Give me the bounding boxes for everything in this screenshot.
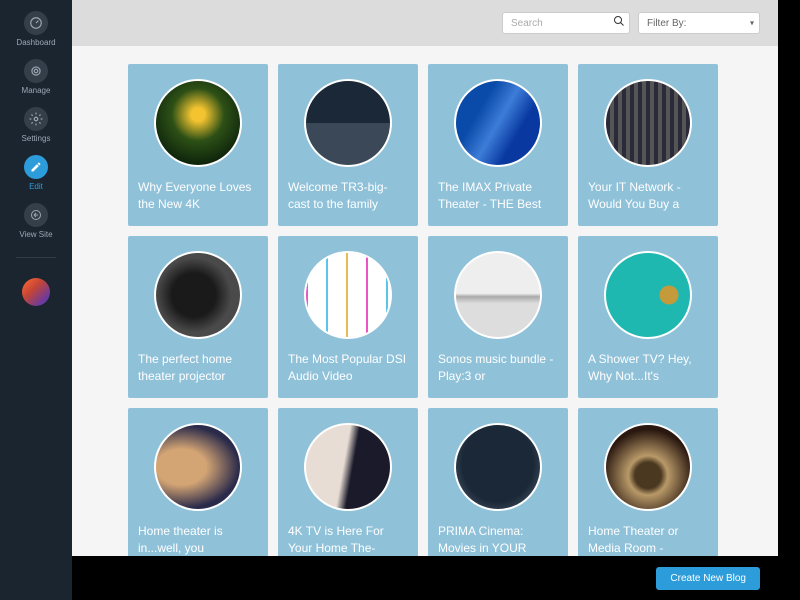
card-title: The perfect home theater projector xyxy=(138,351,258,385)
sidebar: Dashboard Manage Settings Edit View Site xyxy=(0,0,72,600)
blog-card[interactable]: PRIMA Cinema: Movies in YOUR xyxy=(428,408,568,570)
blog-card[interactable]: A Shower TV? Hey, Why Not...It's xyxy=(578,236,718,398)
blog-card[interactable]: The Most Popular DSI Audio Video xyxy=(278,236,418,398)
blog-card[interactable]: Home Theater or Media Room - xyxy=(578,408,718,570)
blog-card[interactable]: The perfect home theater projector xyxy=(128,236,268,398)
card-thumbnail xyxy=(454,423,542,511)
card-thumbnail xyxy=(304,423,392,511)
search-wrap xyxy=(502,12,630,34)
card-thumbnail xyxy=(154,79,242,167)
card-thumbnail xyxy=(454,251,542,339)
nav-settings[interactable]: Settings xyxy=(0,101,72,149)
nav-view-site[interactable]: View Site xyxy=(0,197,72,245)
avatar[interactable] xyxy=(22,278,50,306)
dashboard-icon xyxy=(24,11,48,35)
create-new-blog-button[interactable]: Create New Blog xyxy=(656,567,760,590)
card-title: Welcome TR3-big-cast to the family xyxy=(288,179,408,213)
blog-card[interactable]: 4K TV is Here For Your Home The- xyxy=(278,408,418,570)
nav-dashboard[interactable]: Dashboard xyxy=(0,5,72,53)
card-thumbnail xyxy=(154,251,242,339)
blog-card[interactable]: Home theater is in...well, you xyxy=(128,408,268,570)
main: Filter By: ▾ Why Everyone Loves the New … xyxy=(72,0,800,600)
card-title: Sonos music bundle - Play:3 or xyxy=(438,351,558,385)
arrow-out-icon xyxy=(24,203,48,227)
blog-card[interactable]: Welcome TR3-big-cast to the family xyxy=(278,64,418,226)
topbar: Filter By: ▾ xyxy=(72,0,778,46)
card-title: Home Theater or Media Room - xyxy=(588,523,708,557)
nav-edit[interactable]: Edit xyxy=(0,149,72,197)
blog-card[interactable]: Your IT Network - Would You Buy a xyxy=(578,64,718,226)
footer-bar: Create New Blog xyxy=(72,556,778,600)
gear-wrench-icon xyxy=(24,59,48,83)
card-title: PRIMA Cinema: Movies in YOUR xyxy=(438,523,558,557)
card-thumbnail xyxy=(604,423,692,511)
card-title: 4K TV is Here For Your Home The- xyxy=(288,523,408,557)
card-thumbnail xyxy=(604,79,692,167)
nav-label: Edit xyxy=(29,182,43,191)
card-thumbnail xyxy=(154,423,242,511)
card-title: The IMAX Private Theater - THE Best xyxy=(438,179,558,213)
nav-label: Dashboard xyxy=(16,38,55,47)
nav-label: Manage xyxy=(22,86,51,95)
pencil-icon xyxy=(24,155,48,179)
card-title: Why Everyone Loves the New 4K xyxy=(138,179,258,213)
card-thumbnail xyxy=(304,251,392,339)
card-title: Your IT Network - Would You Buy a xyxy=(588,179,708,213)
content[interactable]: Why Everyone Loves the New 4K Welcome TR… xyxy=(72,46,778,600)
card-grid: Why Everyone Loves the New 4K Welcome TR… xyxy=(128,64,722,570)
nav-manage[interactable]: Manage xyxy=(0,53,72,101)
card-title: The Most Popular DSI Audio Video xyxy=(288,351,408,385)
card-title: A Shower TV? Hey, Why Not...It's xyxy=(588,351,708,385)
card-title: Home theater is in...well, you xyxy=(138,523,258,557)
card-thumbnail xyxy=(454,79,542,167)
card-thumbnail xyxy=(604,251,692,339)
blog-card[interactable]: Sonos music bundle - Play:3 or xyxy=(428,236,568,398)
filter-select[interactable]: Filter By: xyxy=(638,12,760,34)
blog-card[interactable]: The IMAX Private Theater - THE Best xyxy=(428,64,568,226)
card-thumbnail xyxy=(304,79,392,167)
nav-label: View Site xyxy=(19,230,52,239)
blog-card[interactable]: Why Everyone Loves the New 4K xyxy=(128,64,268,226)
cog-icon xyxy=(24,107,48,131)
search-input[interactable] xyxy=(502,12,630,34)
filter-wrap: Filter By: ▾ xyxy=(638,12,760,34)
nav-label: Settings xyxy=(22,134,51,143)
divider xyxy=(16,257,56,258)
